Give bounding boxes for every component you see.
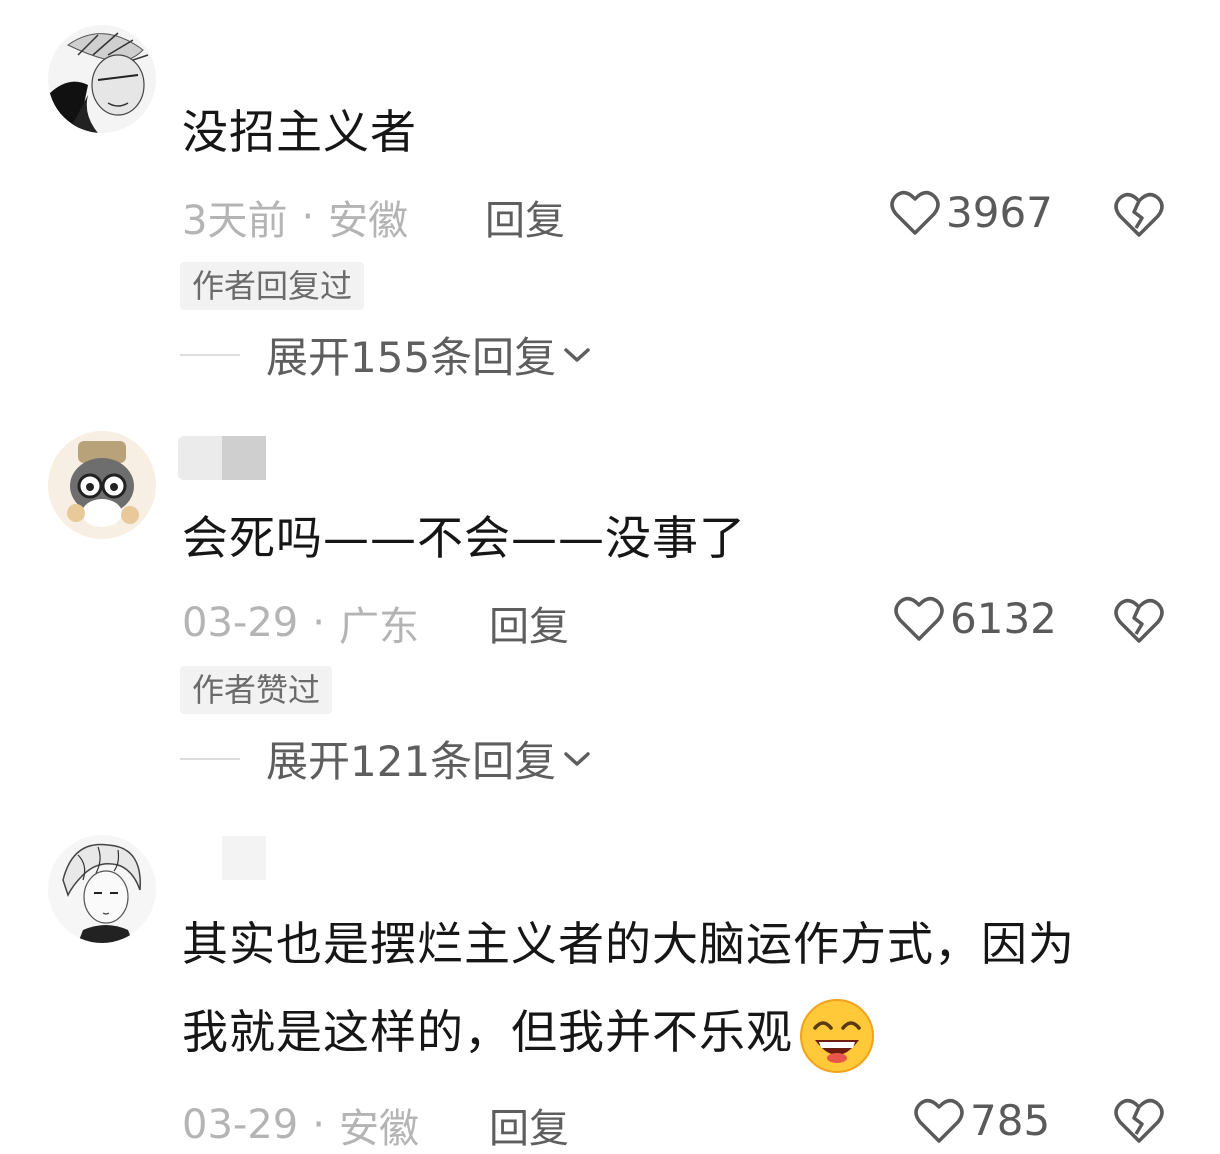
like-count: 785 [970,1096,1051,1145]
comment-time: 03-29 [182,1102,299,1148]
comment-text-line-2-content: 我就是这样的，但我并不乐观 [182,1005,793,1059]
grinning-face-emoji [800,998,874,1073]
broken-heart-icon[interactable] [1114,1096,1164,1146]
username-redacted [178,836,266,880]
comment-item: 其实也是摆烂主义者的大脑运作方式，因为 我就是这样的，但我并不乐观 03-29 … [0,0,1220,1153]
avatar[interactable] [48,835,156,943]
like-button[interactable]: 785 [914,1096,1050,1145]
heart-outline-icon [914,1098,964,1143]
comment-meta: 03-29 · 安徽 [182,1096,419,1154]
comment-location: 安徽 [338,1106,419,1152]
reply-button[interactable]: 回复 [489,1096,569,1154]
meta-separator: · [312,1102,325,1148]
comment-text-line-1: 其实也是摆烂主义者的大脑运作方式，因为 [182,917,1075,971]
comment-text-line-2: 我就是这样的，但我并不乐观 [182,988,877,1076]
